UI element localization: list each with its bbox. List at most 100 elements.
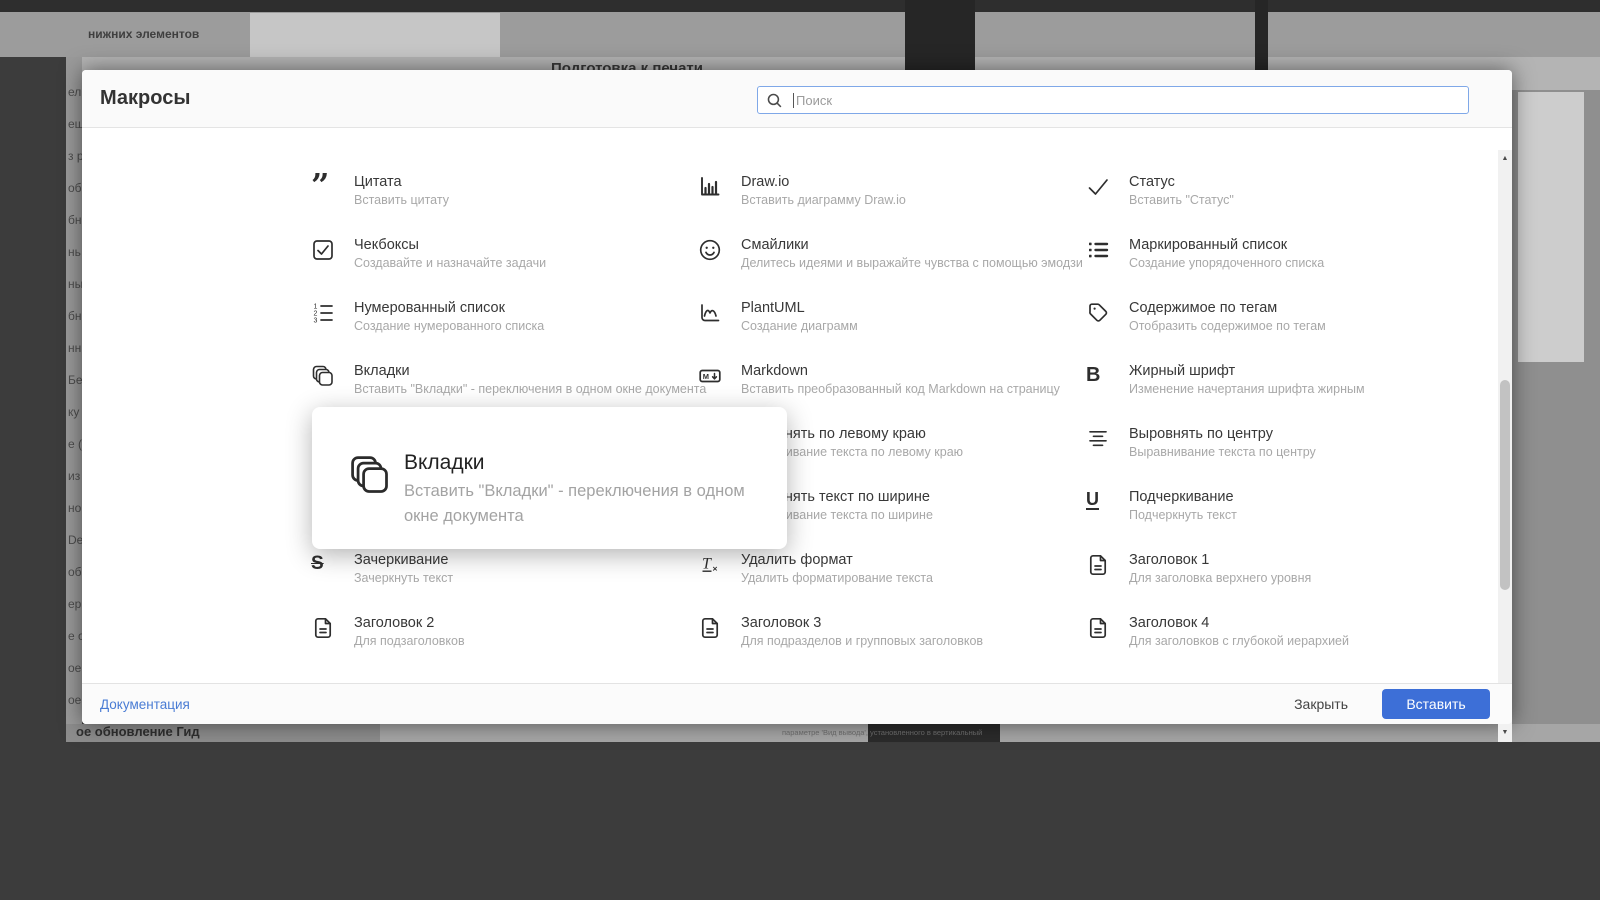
macro-item[interactable]: Выровнять по центру Выравнивание текста п…: [1086, 426, 1458, 459]
bg-text-sliver: Бе: [68, 373, 82, 387]
smiley-icon: [698, 238, 728, 267]
bg-text-sliver: бн: [68, 309, 82, 323]
dialog-footer: Документация Закрыть Вставить: [82, 683, 1512, 724]
macro-name: Маркированный список: [1129, 237, 1288, 253]
bar-chart-icon: [698, 175, 728, 204]
bg-text-sliver: из: [68, 469, 81, 483]
macro-item[interactable]: Draw.io Вставить диаграмму Draw.io: [698, 174, 1070, 207]
markdown-icon: M: [698, 364, 728, 393]
macro-name: Заголовок 1: [1129, 552, 1210, 568]
macro-name: Удалить формат: [741, 552, 853, 568]
bg-text-sliver: ны: [68, 277, 82, 291]
bg-text-sliver: но: [68, 501, 82, 515]
macro-description: Создание диаграмм: [741, 319, 858, 333]
macro-item[interactable]: Заголовок 1 Для заголовка верхнего уровня: [1086, 552, 1458, 585]
macro-item[interactable]: PlantUML Создание диаграмм: [698, 300, 1070, 333]
macro-name: Markdown: [741, 363, 808, 379]
macro-item[interactable]: Вкладки Вставить "Вкладки" - переключения…: [311, 363, 706, 396]
macro-item[interactable]: Маркированный список Создание упорядоченн…: [1086, 237, 1458, 270]
tabs-icon: [348, 453, 392, 502]
bg-text-fragment: нижних элементов: [88, 27, 200, 41]
scroll-down-arrow-icon[interactable]: ▼: [1498, 726, 1512, 740]
macro-description: Для заголовка верхнего уровня: [1129, 571, 1312, 585]
scroll-up-arrow-icon[interactable]: ▲: [1498, 152, 1512, 166]
macro-name: Подчеркивание: [1129, 489, 1234, 505]
bg-text-sliver: з р: [68, 149, 82, 163]
macro-name: Draw.io: [741, 174, 790, 190]
macro-item[interactable]: Заголовок 2 Для подзаголовков: [311, 615, 683, 648]
macro-item[interactable]: Заголовок 4 Для заголовков с глубокой иер…: [1086, 615, 1458, 648]
quote-icon: ”: [311, 166, 329, 204]
macro-item[interactable]: Заголовок 3 Для подразделов и групповых з…: [698, 615, 1070, 648]
macro-description: Для заголовков с глубокой иерархией: [1129, 634, 1349, 648]
svg-text:1: 1: [314, 304, 318, 311]
close-button[interactable]: Закрыть: [1294, 696, 1348, 712]
macro-item[interactable]: T × Удалить формат Удалить форматирование т…: [698, 552, 1070, 585]
bg-bottom-note: параметре 'Вид вывода', установленного в…: [782, 728, 983, 737]
tooltip-description: Вставить "Вкладки" - переключения в одно…: [404, 482, 745, 525]
text-caret: [793, 92, 794, 108]
macro-name: Заголовок 2: [354, 615, 435, 631]
screen: нижних элементов Подготовка к печати ое …: [0, 0, 1600, 900]
dimmed-right-panel-block: [1518, 92, 1584, 362]
macro-description: Вставить "Статус": [1129, 193, 1234, 207]
curve-chart-icon: [698, 301, 728, 330]
macro-description: Подчеркнуть текст: [1129, 508, 1237, 522]
macro-item[interactable]: Чекбоксы Создавайте и назначайте задачи: [311, 237, 683, 270]
macro-item[interactable]: B Жирный шрифт Изменение начертания шрифта…: [1086, 363, 1458, 396]
heading-icon: [698, 616, 728, 645]
strikethrough-icon: S: [311, 553, 324, 574]
search-placeholder: Поиск: [796, 92, 833, 108]
align-center-icon: [1086, 427, 1116, 456]
macro-description: Создавайте и назначайте задачи: [354, 256, 547, 270]
macro-grid: ” Цитата Вставить цитату Draw.io Вставить ди…: [82, 129, 1512, 683]
bg-text-sliver: ку: [68, 405, 80, 419]
macro-item[interactable]: Содержимое по тегам Отобразить содержимое…: [1086, 300, 1458, 333]
macro-name: Нумерованный список: [354, 300, 505, 316]
macro-item[interactable]: 1 2 3 Нумерованный список Создание нумерован…: [311, 300, 683, 333]
macro-item[interactable]: Статус Вставить "Статус": [1086, 174, 1458, 207]
macro-item[interactable]: U Подчеркивание Подчеркнуть текст: [1086, 489, 1458, 522]
tag-icon: [1086, 301, 1116, 330]
macro-name: PlantUML: [741, 300, 805, 316]
svg-text:2: 2: [314, 311, 318, 318]
underline-icon: U: [1086, 489, 1099, 510]
macro-description: Вставить "Вкладки" - переключения в одно…: [354, 382, 707, 396]
bg-text-sliver: ещ: [68, 117, 82, 131]
svg-text:×: ×: [713, 564, 718, 574]
bg-text-sliver: е (: [68, 437, 82, 451]
macro-item[interactable]: Смайлики Делитесь идеями и выражайте чувс…: [698, 237, 1083, 270]
macro-description: Выравнивание текста по центру: [1129, 445, 1316, 459]
macro-description: Вставить преобразованный код Markdown на…: [741, 382, 1060, 396]
bg-text-sliver: ое: [68, 661, 82, 675]
macro-item[interactable]: M Markdown Вставить преобразованный код Ma…: [698, 363, 1070, 396]
bg-text-sliver: ер: [68, 597, 82, 611]
checkmark-icon: [1086, 175, 1116, 204]
bg-text-sliver: об: [68, 181, 82, 195]
bg-text-sliver: De: [68, 533, 82, 547]
heading-icon: [1086, 616, 1116, 645]
bg-text-sliver: нь: [68, 245, 81, 259]
tabs-icon: [311, 364, 341, 393]
bg-text-sliver: нн: [68, 341, 82, 355]
bg-bottom-left-fragment: ое обновление Гид: [76, 724, 200, 739]
insert-button[interactable]: Вставить: [1382, 689, 1490, 719]
svg-text:T: T: [702, 556, 712, 573]
documentation-link[interactable]: Документация: [100, 697, 190, 712]
dimmed-left-sidebar-sliver: ели ещ з р об бн нь ны бн нн Бе ку е (из но De об ер е о…: [66, 57, 82, 724]
macro-name: Жирный шрифт: [1129, 363, 1236, 379]
svg-text:3: 3: [314, 318, 318, 325]
scrollbar-thumb[interactable]: [1500, 380, 1510, 590]
numbered-list-icon: 123: [311, 301, 341, 330]
macro-item[interactable]: S Зачеркивание Зачеркнуть текст: [311, 552, 683, 585]
dimmed-titlebar: [0, 0, 1600, 12]
dimmed-toolbar-band: [0, 12, 1600, 57]
macro-name: Содержимое по тегам: [1129, 300, 1278, 316]
macro-item[interactable]: ” Цитата Вставить цитату: [311, 166, 683, 207]
macro-description: Зачеркнуть текст: [354, 571, 454, 585]
scrollbar[interactable]: ▲ ▼: [1498, 150, 1512, 742]
bg-text-sliver: бн: [68, 213, 82, 227]
macro-tooltip-tabs: Вкладки Вставить "Вкладки" - переключени…: [312, 407, 787, 549]
bg-text-sliver: об: [68, 565, 82, 579]
search-input[interactable]: Поиск: [757, 86, 1469, 114]
